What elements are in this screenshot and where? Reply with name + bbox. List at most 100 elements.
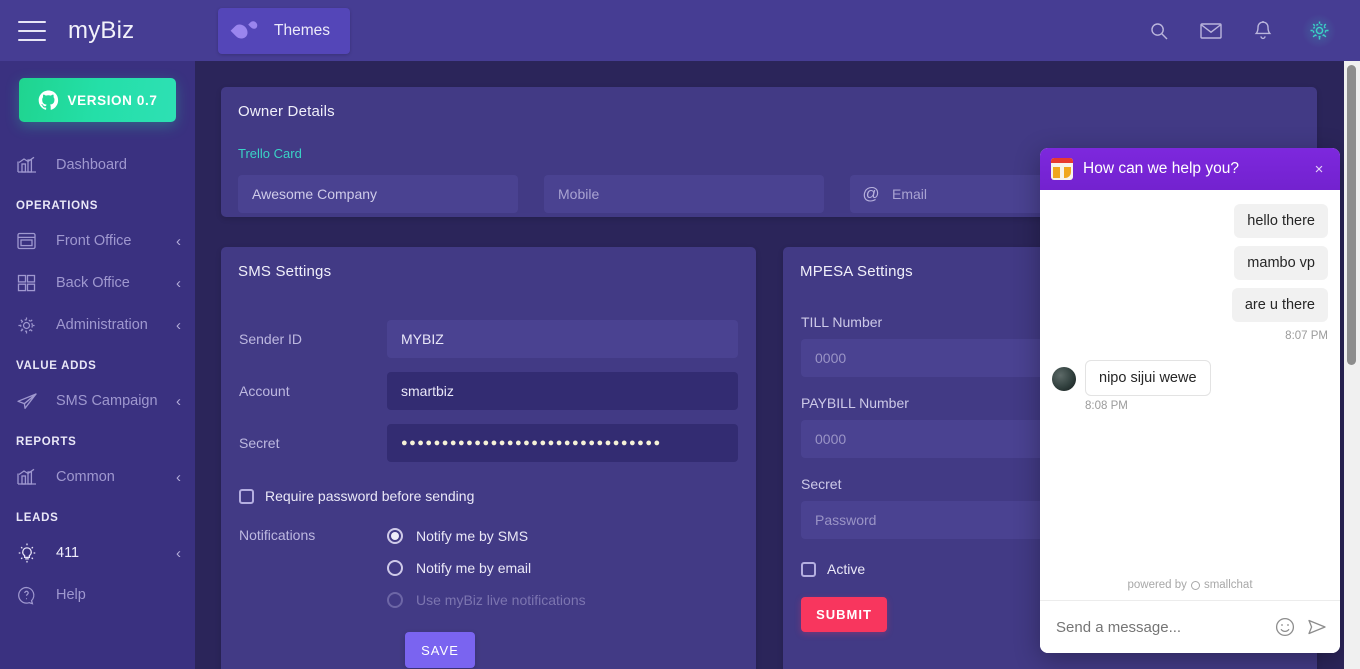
radio-icon bbox=[387, 592, 403, 608]
chart-bar-icon bbox=[16, 153, 42, 177]
top-bar: myBiz Themes bbox=[0, 0, 1360, 61]
chat-header: How can we help you? × bbox=[1040, 148, 1340, 190]
chat-timestamp: 8:08 PM bbox=[1085, 400, 1128, 412]
emoji-icon[interactable] bbox=[1274, 616, 1296, 638]
secret-row: Secret ●●●●●●●●●●●●●●●●●●●●●●●●●●●●●●●● bbox=[221, 424, 756, 462]
chat-brand-logo-icon bbox=[1051, 158, 1073, 180]
chat-message-outgoing: mambo vp bbox=[1234, 246, 1328, 280]
require-password-checkbox[interactable] bbox=[239, 488, 254, 504]
hamburger-menu-icon[interactable] bbox=[18, 20, 46, 41]
sidebar-item-front-office[interactable]: Front Office ‹ bbox=[0, 220, 195, 262]
sidebar-item-label: Front Office bbox=[56, 233, 132, 249]
send-icon[interactable] bbox=[1306, 616, 1328, 638]
gear-icon[interactable] bbox=[1302, 13, 1336, 48]
notifications-label: Notifications bbox=[239, 527, 316, 543]
search-icon[interactable] bbox=[1146, 18, 1172, 44]
sidebar-item-411[interactable]: 411 ‹ bbox=[0, 532, 195, 574]
at-icon: @ bbox=[862, 184, 880, 203]
grid-icon bbox=[16, 271, 42, 295]
chat-message-outgoing: hello there bbox=[1234, 204, 1328, 238]
chevron-left-icon: ‹ bbox=[176, 544, 181, 562]
powered-by-text: powered by bbox=[1127, 579, 1187, 591]
sms-settings-panel: SMS Settings Sender ID MYBIZ Account sma… bbox=[221, 247, 756, 669]
version-badge[interactable]: VERSION 0.7 bbox=[19, 78, 176, 122]
sms-settings-title: SMS Settings bbox=[238, 263, 332, 280]
chat-message-list: hello there mambo vp are u there 8:07 PM… bbox=[1040, 190, 1340, 571]
scrollbar-thumb[interactable] bbox=[1347, 65, 1356, 365]
active-label: Active bbox=[827, 561, 866, 577]
sidebar-section-operations: OPERATIONS bbox=[16, 200, 99, 212]
chevron-left-icon: ‹ bbox=[176, 468, 181, 486]
chat-widget: How can we help you? × hello there mambo… bbox=[1040, 148, 1340, 653]
sidebar-item-label: Dashboard bbox=[56, 157, 127, 173]
sidebar-item-back-office[interactable]: Back Office ‹ bbox=[0, 262, 195, 304]
chevron-left-icon: ‹ bbox=[176, 274, 181, 292]
chevron-left-icon: ‹ bbox=[176, 316, 181, 334]
trello-card-link[interactable]: Trello Card bbox=[221, 146, 302, 161]
gear-icon bbox=[16, 313, 42, 337]
sidebar-section-leads: LEADS bbox=[16, 512, 59, 524]
themes-button[interactable]: Themes bbox=[218, 7, 350, 54]
water-drop-icon bbox=[230, 19, 260, 43]
notifications-row: Notifications Notify me by SMS Notify me… bbox=[221, 524, 756, 620]
chat-powered-by: powered by smallchat bbox=[1040, 571, 1340, 601]
chat-message-incoming-wrap: nipo sijui wewe bbox=[1052, 360, 1328, 396]
paper-plane-icon bbox=[16, 389, 42, 413]
sidebar-item-sms-campaign[interactable]: SMS Campaign ‹ bbox=[0, 380, 195, 422]
sidebar-item-help[interactable]: Help bbox=[0, 574, 195, 616]
window-icon bbox=[16, 229, 42, 253]
sidebar-item-dashboard[interactable]: Dashboard bbox=[0, 144, 195, 186]
sidebar-item-label: Help bbox=[56, 587, 86, 603]
sidebar-item-label: SMS Campaign bbox=[56, 393, 158, 409]
chat-timestamp: 8:07 PM bbox=[1285, 330, 1328, 342]
bell-icon[interactable] bbox=[1250, 18, 1276, 44]
powered-by-brand: smallchat bbox=[1203, 579, 1253, 591]
secret-label: Secret bbox=[239, 435, 280, 451]
sidebar-item-administration[interactable]: Administration ‹ bbox=[0, 304, 195, 346]
save-button[interactable]: SAVE bbox=[405, 632, 475, 668]
top-bar-actions bbox=[1146, 13, 1360, 48]
chat-message-input[interactable] bbox=[1056, 618, 1264, 636]
chat-title: How can we help you? bbox=[1083, 160, 1239, 177]
radio-label: Notify me by SMS bbox=[416, 528, 529, 544]
avatar bbox=[1052, 367, 1076, 391]
chevron-left-icon: ‹ bbox=[176, 392, 181, 410]
themes-button-label: Themes bbox=[274, 21, 330, 39]
owner-details-title: Owner Details bbox=[238, 103, 335, 120]
sender-id-row: Sender ID MYBIZ bbox=[221, 320, 756, 358]
sidebar-nav: Dashboard OPERATIONS Front Office ‹ Back… bbox=[0, 144, 195, 616]
close-icon[interactable]: × bbox=[1310, 160, 1328, 178]
email-placeholder: Email bbox=[892, 186, 928, 202]
active-checkbox[interactable] bbox=[801, 561, 816, 577]
app-brand: myBiz bbox=[68, 16, 135, 44]
radio-icon[interactable] bbox=[387, 560, 403, 576]
page-scrollbar[interactable] bbox=[1344, 61, 1360, 669]
require-password-row[interactable]: Require password before sending bbox=[221, 488, 756, 504]
chevron-left-icon: ‹ bbox=[176, 232, 181, 250]
sender-id-input[interactable]: MYBIZ bbox=[387, 320, 738, 358]
radio-icon[interactable] bbox=[387, 528, 403, 544]
chat-message-outgoing: are u there bbox=[1231, 288, 1328, 322]
radio-notify-live: Use myBiz live notifications bbox=[387, 588, 586, 612]
secret-input[interactable]: ●●●●●●●●●●●●●●●●●●●●●●●●●●●●●●●● bbox=[387, 424, 738, 462]
notifications-radio-group: Notify me by SMS Notify me by email Use … bbox=[387, 524, 586, 620]
sidebar-item-label: Administration bbox=[56, 317, 148, 333]
radio-notify-email[interactable]: Notify me by email bbox=[387, 556, 586, 580]
radio-label: Notify me by email bbox=[416, 560, 532, 576]
submit-button[interactable]: SUBMIT bbox=[801, 597, 887, 632]
smallchat-ring-icon bbox=[1190, 580, 1200, 590]
sidebar-item-label: 411 bbox=[56, 545, 80, 561]
account-input[interactable]: smartbiz bbox=[387, 372, 738, 410]
lightbulb-icon bbox=[16, 541, 42, 565]
radio-notify-sms[interactable]: Notify me by SMS bbox=[387, 524, 586, 548]
account-label: Account bbox=[239, 383, 290, 399]
chart-bar-icon bbox=[16, 465, 42, 489]
require-password-label: Require password before sending bbox=[265, 488, 475, 504]
company-name-input[interactable]: Awesome Company bbox=[238, 175, 518, 213]
sidebar-section-reports: REPORTS bbox=[16, 436, 77, 448]
mobile-input[interactable]: Mobile bbox=[544, 175, 824, 213]
mail-icon[interactable] bbox=[1198, 18, 1224, 44]
sidebar-item-label: Back Office bbox=[56, 275, 130, 291]
sidebar: VERSION 0.7 Dashboard OPERATIONS Front O… bbox=[0, 61, 195, 669]
sidebar-item-common[interactable]: Common ‹ bbox=[0, 456, 195, 498]
